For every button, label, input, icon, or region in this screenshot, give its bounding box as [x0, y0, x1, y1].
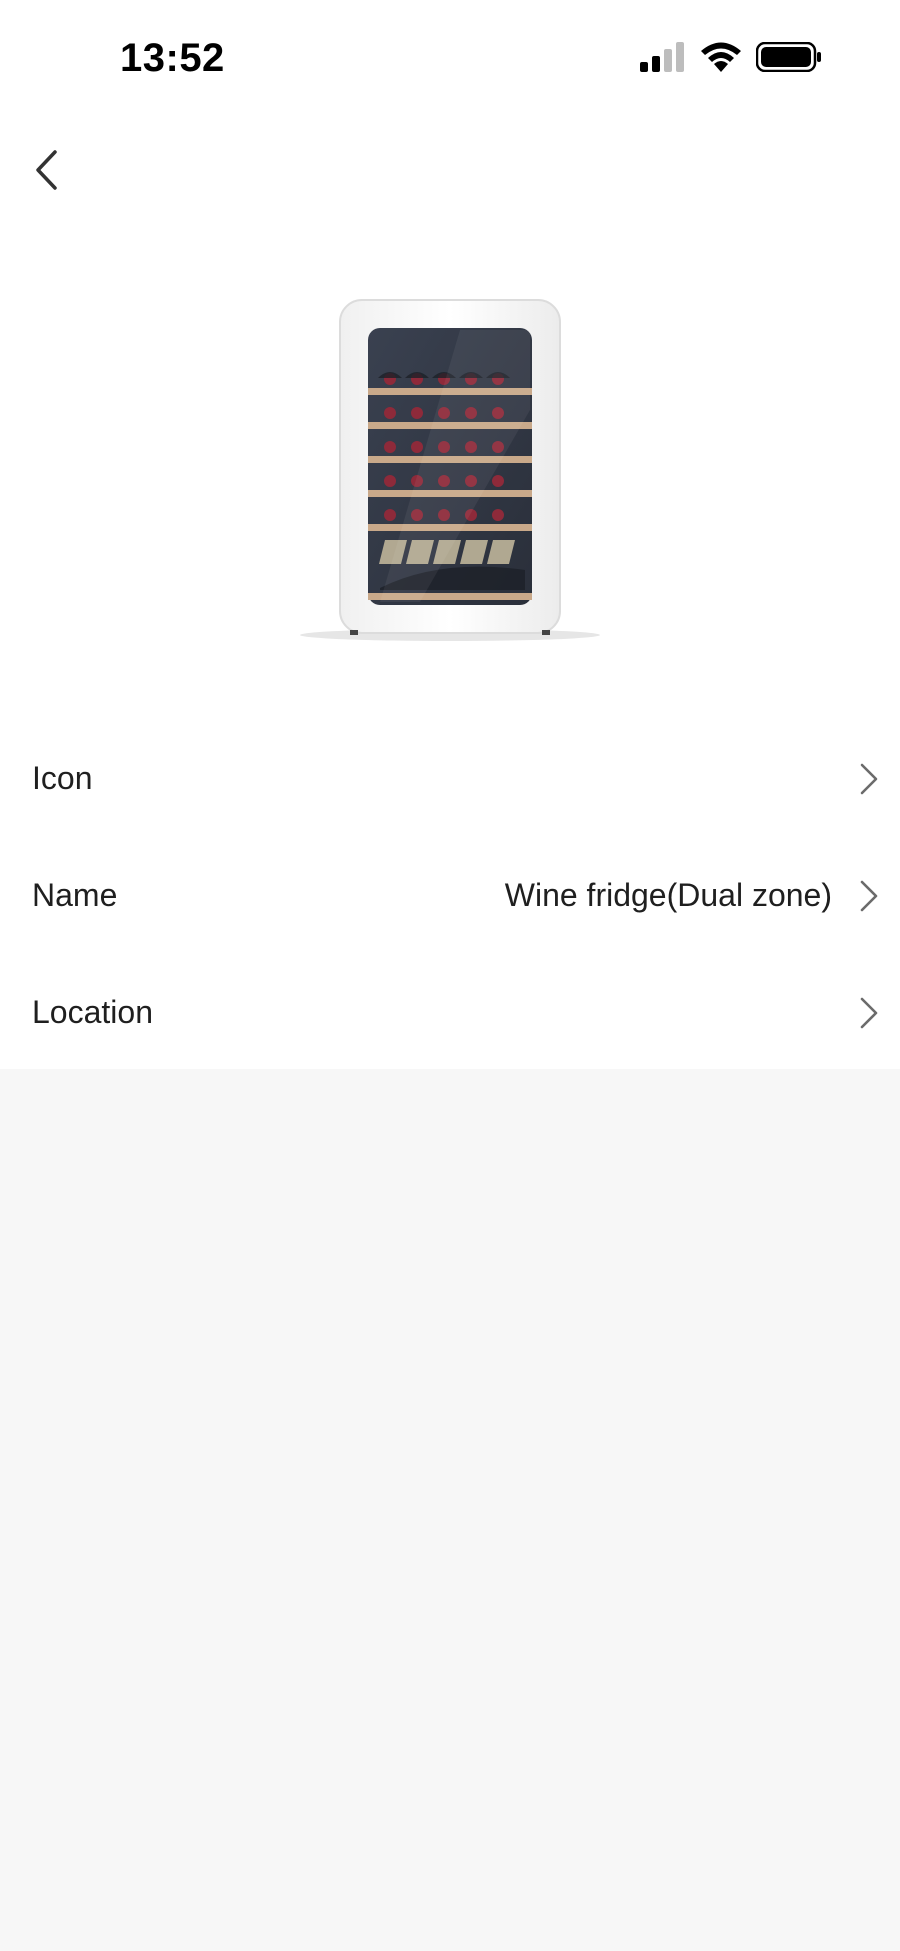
wine-fridge-image: [290, 290, 610, 650]
device-settings-screen: 13:52 Icon Name Wine fridge(Dual zone) L…: [0, 0, 900, 1951]
cellular-signal-icon: [640, 42, 686, 77]
status-icons: [640, 41, 822, 77]
battery-icon: [755, 41, 822, 77]
settings-row-icon[interactable]: Icon: [0, 720, 900, 837]
settings-row-location[interactable]: Location: [0, 954, 900, 1071]
row-value-name: Wine fridge(Dual zone): [504, 877, 832, 913]
settings-list: Icon Name Wine fridge(Dual zone) Locatio…: [0, 720, 900, 1071]
status-bar: 13:52: [0, 0, 900, 120]
chevron-right-icon: [854, 759, 884, 799]
row-label-icon: Icon: [32, 760, 93, 796]
chevron-left-icon: [36, 150, 57, 190]
row-label-location: Location: [32, 994, 153, 1030]
settings-row-name[interactable]: Name Wine fridge(Dual zone): [0, 837, 900, 954]
row-label-name: Name: [32, 877, 118, 913]
chevron-right-icon: [854, 876, 884, 916]
chevron-right-icon: [854, 993, 884, 1033]
back-button[interactable]: [18, 140, 74, 200]
navigation-bar: [0, 130, 900, 210]
settings-card: 13:52 Icon Name Wine fridge(Dual zone) L…: [0, 0, 900, 1069]
wifi-icon: [700, 42, 742, 77]
status-time: 13:52: [120, 36, 225, 80]
